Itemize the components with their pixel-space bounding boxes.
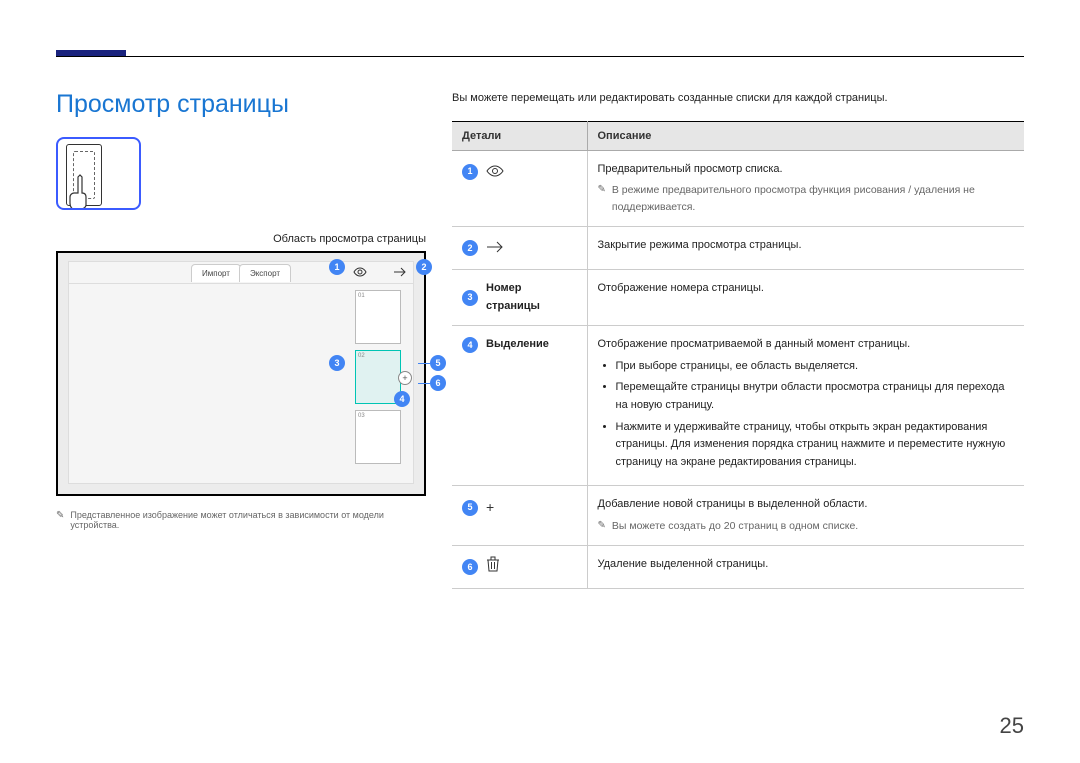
row-bubble-2: 2: [462, 240, 478, 256]
screenshot-caption: Область просмотра страницы: [56, 233, 426, 245]
document-page: Просмотр страницы Область просмотра стра…: [0, 0, 1080, 763]
disclaimer-note: ✎ Представленное изображение может отлич…: [56, 510, 426, 530]
row-bubble-4: 4: [462, 337, 478, 353]
desc-bullet: Нажмите и удерживайте страницу, чтобы от…: [616, 419, 1015, 472]
table-row: 5 + Добавление новой страницы в выделенн…: [452, 486, 1024, 545]
callout-6: 6: [418, 375, 446, 391]
row-bubble-3: 3: [462, 290, 478, 306]
thumbnail-strip: 01 02 + 03: [355, 290, 407, 475]
eye-icon: [353, 267, 367, 280]
thumb-1: 01: [355, 290, 401, 344]
plus-icon: +: [398, 371, 412, 385]
desc-bullet: Перемещайте страницы внутри области прос…: [616, 379, 1015, 414]
header-rule: [56, 56, 1024, 57]
gesture-illustration: [56, 137, 141, 210]
page-title: Просмотр страницы: [56, 90, 426, 119]
tab-export: Экспорт: [239, 264, 291, 282]
app-screenshot: Импорт Экспорт 01: [56, 251, 426, 496]
callout-3: 3: [329, 355, 345, 371]
disclaimer-text: Представленное изображение может отличат…: [70, 510, 426, 530]
right-column: Вы можете перемещать или редактировать с…: [452, 90, 1024, 589]
row-bubble-6: 6: [462, 559, 478, 575]
desc-text: Добавление новой страницы в выделенной о…: [598, 496, 1015, 514]
pen-icon: ✎: [598, 182, 606, 198]
row-bubble-5: 5: [462, 500, 478, 516]
desc-note-text: В режиме предварительного просмотра функ…: [612, 182, 1014, 216]
desc-text: Отображение номера страницы.: [587, 270, 1024, 326]
plus-icon: +: [486, 496, 494, 518]
table-row: 1 Предварительный просмотр списка. ✎ В р…: [452, 150, 1024, 226]
arrow-right-icon: [393, 267, 407, 280]
pen-icon: ✎: [598, 518, 606, 534]
hand-icon: [60, 171, 100, 210]
page-number: 25: [1000, 713, 1024, 739]
desc-bullet: При выборе страницы, ее область выделяет…: [616, 358, 1015, 376]
callout-5: 5: [418, 355, 446, 371]
eye-icon: [486, 161, 504, 183]
thumb-3: 03: [355, 410, 401, 464]
trash-icon: [486, 556, 500, 578]
th-description: Описание: [587, 121, 1024, 150]
details-table: Детали Описание 1: [452, 121, 1024, 590]
tab-import: Импорт: [191, 264, 241, 282]
callout-1: 1: [329, 259, 345, 275]
desc-text: Предварительный просмотр списка.: [598, 161, 1015, 179]
desc-text: Закрытие режима просмотра страницы.: [587, 226, 1024, 269]
row-label: Номер страницы: [486, 280, 577, 315]
table-row: 3 Номер страницы Отображение номера стра…: [452, 270, 1024, 326]
callout-4: 4: [394, 391, 410, 407]
th-details: Детали: [452, 121, 587, 150]
desc-text: Удаление выделенной страницы.: [587, 545, 1024, 588]
desc-note-text: Вы можете создать до 20 страниц в одном …: [612, 518, 858, 535]
pen-icon: ✎: [56, 510, 64, 521]
table-row: 4 Выделение Отображение просматриваемой …: [452, 326, 1024, 486]
callout-2: 2: [416, 259, 432, 275]
left-column: Просмотр страницы Область просмотра стра…: [56, 90, 426, 589]
content-columns: Просмотр страницы Область просмотра стра…: [56, 90, 1024, 589]
intro-text: Вы можете перемещать или редактировать с…: [452, 90, 1024, 107]
row-bubble-1: 1: [462, 164, 478, 180]
arrow-right-icon: [486, 237, 504, 259]
table-row: 6 Удаление выделенной страницы.: [452, 545, 1024, 588]
row-label: Выделение: [486, 336, 549, 354]
table-row: 2 Закрытие режима просмотра страницы.: [452, 226, 1024, 269]
desc-text: Отображение просматриваемой в данный мом…: [598, 336, 1015, 354]
